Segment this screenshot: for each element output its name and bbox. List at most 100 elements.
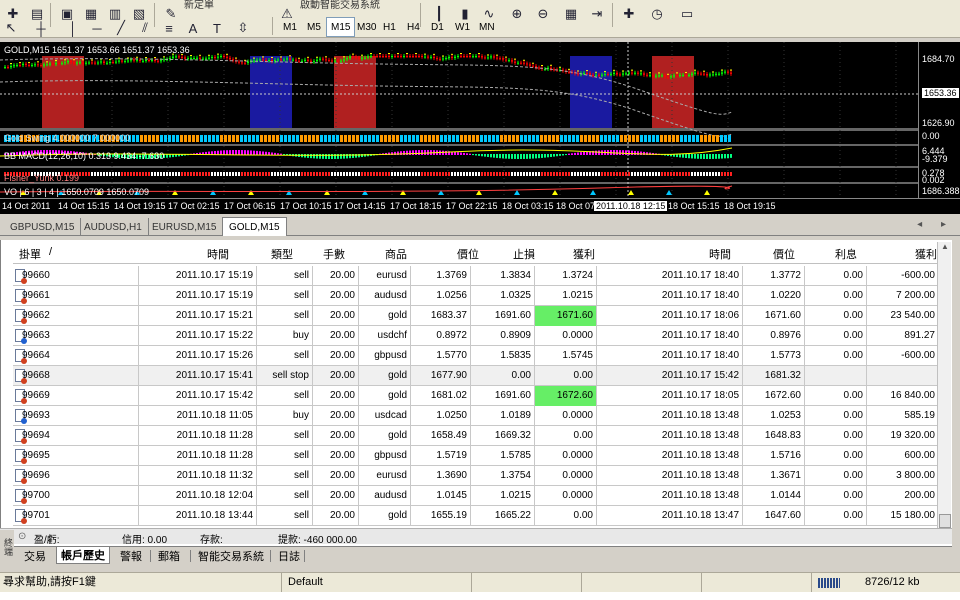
scroll-thumb[interactable] — [939, 514, 951, 528]
new-order-label[interactable]: 新定單 — [184, 0, 214, 11]
candle-body — [280, 59, 282, 61]
candle-body — [703, 73, 705, 75]
col-profit[interactable]: 獲利 — [915, 246, 937, 262]
table-row[interactable]: 99701 2011.10.18 13:44 sell 20.00 gold 1655.1… — [13, 506, 939, 526]
col-tp[interactable]: 獲利 — [573, 246, 595, 262]
table-row[interactable]: 99664 2011.10.17 15:26 sell 20.00 gbpusd 1.57… — [13, 346, 939, 366]
fisher-bar — [373, 172, 375, 176]
trendline-icon[interactable]: ╱ — [110, 17, 132, 39]
macd-bar — [253, 150, 255, 155]
arrows-icon[interactable]: ⇳ — [232, 17, 254, 39]
col-sl[interactable]: 止損 — [513, 246, 535, 262]
indicator-bar — [412, 135, 415, 142]
chart-tab-gbpusd[interactable]: GBPUSD,M15 — [4, 218, 82, 236]
fisher-bar — [709, 172, 711, 176]
timeframe-m5[interactable]: M5 — [302, 17, 326, 37]
indicator-bar — [468, 135, 471, 142]
table-row[interactable]: 99663 2011.10.17 15:22 buy 20.00 usdchf 0.897… — [13, 326, 939, 346]
col-symbol[interactable]: 商品 — [385, 246, 407, 262]
time-label-crosshair: 2011.10.18 12:15 — [594, 201, 668, 211]
fisher-bar — [478, 172, 480, 176]
crosshair-icon[interactable]: ┼ — [30, 17, 52, 39]
timeframe-h1[interactable]: H1 — [378, 17, 401, 37]
col-close-time[interactable]: 時間 — [709, 246, 731, 262]
tab-alerts[interactable]: 警報 — [116, 547, 146, 564]
indicators-icon[interactable]: ✚ — [618, 3, 640, 25]
indicator-bar — [400, 135, 403, 142]
col-open-time[interactable]: 時間 — [207, 246, 229, 262]
table-row[interactable]: 99700 2011.10.18 12:04 sell 20.00 audusd 1.01… — [13, 486, 939, 506]
tab-account-history[interactable]: 帳戶歷史 — [56, 547, 110, 564]
signal-dot — [280, 56, 282, 58]
tab-trade[interactable]: 交易 — [20, 547, 50, 564]
table-row[interactable]: 99694 2011.10.18 11:28 sell 20.00 gold 1658.4… — [13, 426, 939, 446]
horizontal-line-icon[interactable]: ─ — [86, 17, 108, 39]
chart-tab-audusd[interactable]: AUDUSD,H1 — [78, 218, 149, 236]
table-row[interactable]: 99669 2011.10.17 15:42 sell 20.00 gold 1681.0… — [13, 386, 939, 406]
fisher-bar — [529, 172, 531, 176]
indicator-bar — [528, 135, 531, 142]
candle-body — [76, 62, 78, 64]
fisher-bar — [169, 172, 171, 176]
tab-expert-advisors[interactable]: 智能交易系統 — [194, 547, 268, 564]
cursor-icon[interactable]: ↖ — [0, 17, 22, 39]
fisher-bar — [439, 172, 441, 176]
table-row[interactable]: 99696 2011.10.18 11:32 sell 20.00 eurusd 1.36… — [13, 466, 939, 486]
periods-icon[interactable]: ◷ — [646, 3, 668, 25]
main-toolbar: ✚ ▤ ▣ ▦ ▥ ▧ ✎ 新定單 ⚠ 啟動智能交易系統 ┃ ▮ ∿ ⊕ ⊖ ▦… — [0, 0, 960, 38]
table-scrollbar[interactable]: ▲ ▼ — [937, 242, 951, 542]
indicator-bar — [448, 135, 451, 142]
cell-tp: 0.0000 — [535, 406, 597, 426]
text-icon[interactable]: A — [182, 17, 204, 39]
candle-body — [139, 59, 141, 61]
table-row[interactable]: 99660 2011.10.17 15:19 sell 20.00 eurusd 1.37… — [13, 266, 939, 286]
col-size[interactable]: 手數 — [323, 246, 345, 262]
macd-bar — [481, 154, 483, 157]
tile-windows-icon[interactable]: ▦ — [560, 3, 582, 25]
equidistant-channel-icon[interactable]: ⫽ — [134, 17, 156, 39]
scroll-up-arrow-icon[interactable]: ▲ — [939, 242, 951, 254]
price-chart[interactable]: GOLD,M15 1651.37 1653.66 1651.37 1653.36… — [0, 42, 960, 214]
candle-body — [241, 62, 243, 64]
chart-tab-gold[interactable]: GOLD,M15 — [222, 217, 287, 236]
table-row[interactable]: 99693 2011.10.18 11:05 buy 20.00 usdcad 1.025… — [13, 406, 939, 426]
autoscroll-icon[interactable]: ⇥ — [586, 3, 608, 25]
signal-dot — [496, 54, 498, 56]
timeframe-mn[interactable]: MN — [474, 17, 500, 37]
col-swap[interactable]: 利息 — [835, 246, 857, 262]
candle-body — [646, 74, 648, 76]
table-row[interactable]: 99661 2011.10.17 15:19 sell 20.00 audusd 1.02… — [13, 286, 939, 306]
cell-symbol: gbpusd — [359, 346, 411, 366]
expert-advisors-label[interactable]: 啟動智能交易系統 — [300, 0, 380, 11]
zoom-in-icon[interactable]: ⊕ — [506, 3, 528, 25]
chart-tab-eurusd[interactable]: EURUSD,M15 — [146, 218, 224, 236]
text-label-icon[interactable]: T — [206, 17, 228, 39]
candle-body — [145, 60, 147, 62]
col-order[interactable]: 掛單 — [19, 246, 41, 262]
table-row[interactable]: 99695 2011.10.18 11:28 sell 20.00 gbpusd 1.57… — [13, 446, 939, 466]
timeframe-w1[interactable]: W1 — [450, 17, 475, 37]
session-band — [42, 56, 84, 128]
col-type[interactable]: 類型 — [271, 246, 293, 262]
zoom-out-icon[interactable]: ⊖ — [532, 3, 554, 25]
cell-open-time: 2011.10.18 12:04 — [139, 486, 257, 506]
indicator-bar — [264, 135, 267, 142]
fisher-bar — [646, 172, 648, 176]
timeframe-d1[interactable]: D1 — [426, 17, 449, 37]
timeframe-m1[interactable]: M1 — [278, 17, 302, 37]
col-close-price[interactable]: 價位 — [773, 246, 795, 262]
tab-journal[interactable]: 日誌 — [274, 547, 304, 564]
fibonacci-icon[interactable]: ≡ — [158, 17, 180, 39]
macd-bar — [412, 150, 414, 155]
table-row[interactable]: 99668 2011.10.17 15:41 sell stop 20.00 gold 1… — [13, 366, 939, 386]
templates-icon[interactable]: ▭ — [676, 3, 698, 25]
timeframe-h4[interactable]: H4 — [402, 17, 425, 37]
tab-scroll-arrows[interactable]: ◂ ▸ — [917, 219, 954, 230]
macd-bar — [541, 154, 543, 158]
cell-close-price: 1.3671 — [743, 466, 805, 486]
tab-mailbox[interactable]: 郵箱 — [154, 547, 184, 564]
table-row[interactable]: 99662 2011.10.17 15:21 sell 20.00 gold 1683.3… — [13, 306, 939, 326]
status-profile[interactable]: Default — [282, 573, 472, 593]
vertical-line-icon[interactable]: │ — [62, 17, 84, 39]
col-price[interactable]: 價位 — [457, 246, 479, 262]
